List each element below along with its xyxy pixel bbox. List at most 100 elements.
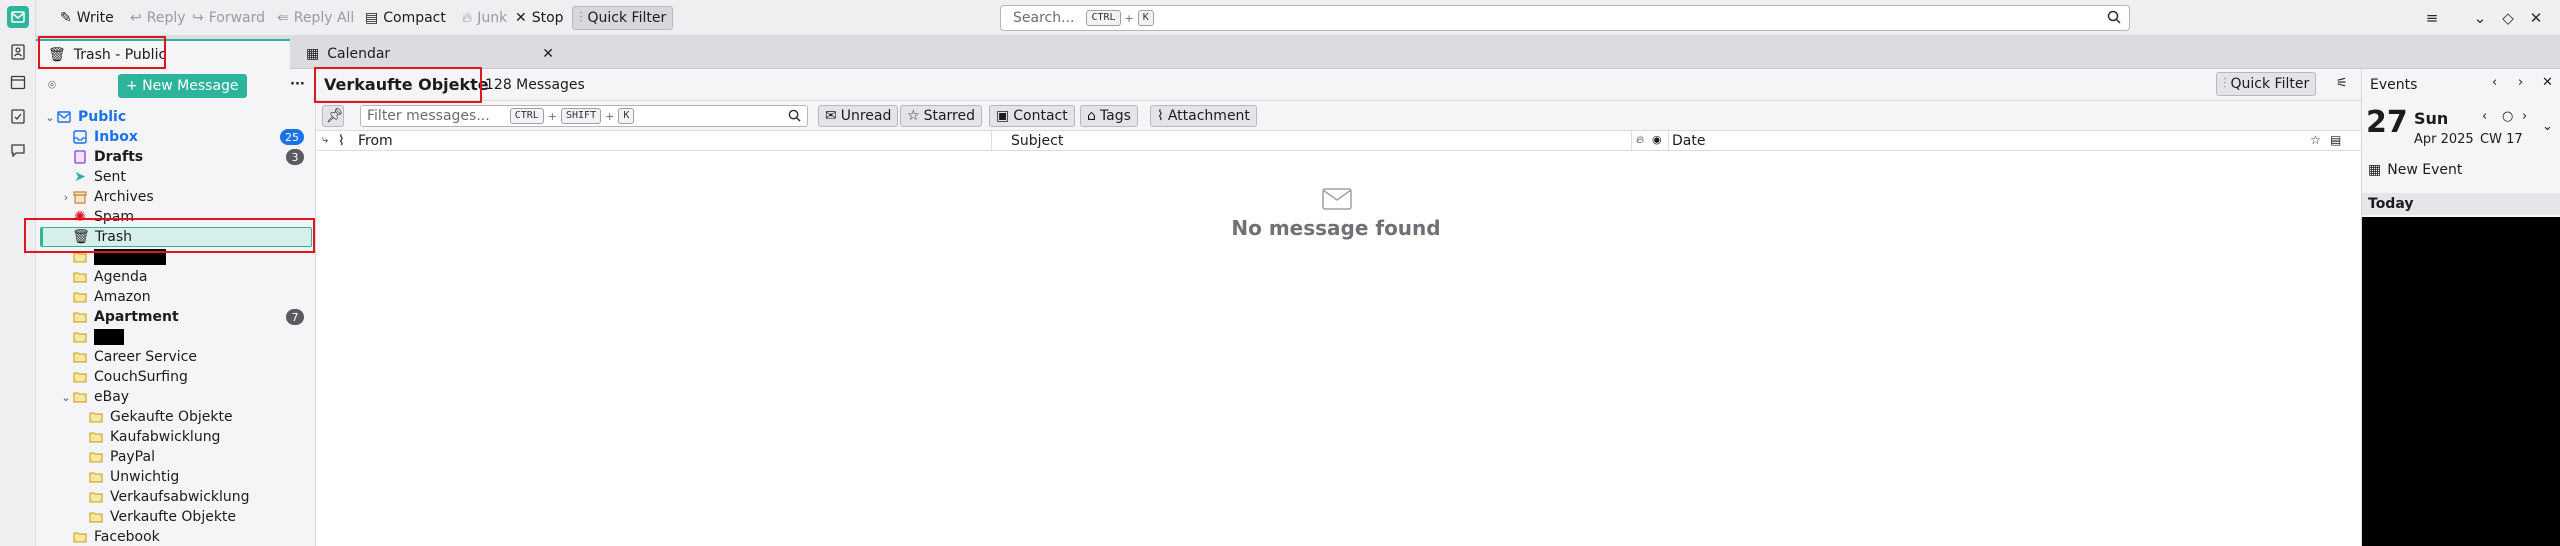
mail-space-icon[interactable] <box>7 6 29 28</box>
unread-count-badge: 3 <box>286 149 304 165</box>
column-divider[interactable] <box>991 131 992 151</box>
calendar-space-icon[interactable] <box>8 72 28 92</box>
column-divider[interactable] <box>1668 131 1669 151</box>
quick-filter-button[interactable]: ⫶ Quick Filter <box>2216 72 2317 96</box>
quick-filter-bar: 📌︎ Filter messages... CTRL + SHIFT + K ✉… <box>316 101 2361 131</box>
reply-all-button[interactable]: ⇚ Reply All <box>271 6 360 30</box>
close-pane-icon[interactable]: ✕ <box>2542 75 2553 90</box>
new-message-button[interactable]: + New Message <box>118 74 247 98</box>
sticky-filter-pin[interactable]: 📌︎ <box>322 105 344 127</box>
folder-trash[interactable]: 🗑︎ Trash <box>40 227 312 247</box>
chevron-down-icon[interactable]: ⌄ <box>60 391 72 404</box>
folder-ebay[interactable]: ⌄ eBay <box>60 387 315 407</box>
forward-button[interactable]: ↪ Forward <box>186 6 271 30</box>
folder-icon <box>72 309 88 325</box>
folder-icon <box>72 289 88 305</box>
folder-apartment[interactable]: Apartment 7 <box>60 307 315 327</box>
write-icon: ✎ <box>60 10 72 26</box>
account-settings-icon[interactable]: ⌾ <box>48 78 56 93</box>
stop-button[interactable]: ✕ Stop <box>509 6 570 30</box>
column-date[interactable]: Date <box>1672 133 1705 149</box>
message-list-header: ⤷ ⌇ From Subject 🔥︎ ◉ Date ☆ ▤ <box>316 131 2361 151</box>
junk-button[interactable]: 🔥︎ Junk <box>456 6 513 30</box>
today-circle-icon[interactable]: ○ <box>2502 109 2513 124</box>
chat-space-icon[interactable] <box>8 140 28 160</box>
global-search-input[interactable]: Search... CTRL + K <box>1000 5 2130 31</box>
tab-trash-public[interactable]: 🗑︎ Trash - Public <box>36 39 290 69</box>
folder-spam[interactable]: ✺ Spam <box>60 207 315 227</box>
filter-shortcut-key: K <box>618 108 635 124</box>
tasks-space-icon[interactable] <box>8 106 28 126</box>
filter-messages-input[interactable]: Filter messages... CTRL + SHIFT + K <box>360 105 808 127</box>
filter-starred-button[interactable]: ☆ Starred <box>900 105 982 127</box>
thread-pane: Verkaufte Objekte 128 Messages ⫶ Quick F… <box>316 69 2361 546</box>
folder-icon <box>72 529 88 545</box>
next-icon[interactable]: › <box>2522 109 2527 124</box>
folder-kaufabwicklung[interactable]: Kaufabwicklung <box>76 427 315 447</box>
folder-drafts[interactable]: Drafts 3 <box>60 147 315 167</box>
folder-gekaufte-objekte[interactable]: Gekaufte Objekte <box>76 407 315 427</box>
column-picker-icon[interactable]: ▤ <box>2330 133 2341 147</box>
thread-column-icon[interactable]: ⤷ <box>322 133 328 147</box>
star-column-icon[interactable]: ☆ <box>2310 133 2321 147</box>
unread-count-badge: 25 <box>280 129 304 145</box>
minimize-icon[interactable]: ⌄ <box>2470 8 2490 28</box>
folder-sent[interactable]: ➤ Sent <box>60 167 315 187</box>
folder-amazon[interactable]: Amazon <box>60 287 315 307</box>
compact-button[interactable]: ▤ Compact <box>359 6 452 30</box>
reply-button[interactable]: ↩ Reply <box>124 6 192 30</box>
drafts-icon <box>72 149 88 165</box>
folder-redacted[interactable] <box>60 327 315 347</box>
trash-icon: 🗑︎ <box>72 229 90 245</box>
compact-icon: ▤ <box>365 10 379 26</box>
prev-icon[interactable]: ‹ <box>2482 109 2487 124</box>
filter-tags-button[interactable]: ⌂ Tags <box>1080 105 1138 127</box>
contact-icon: ▣ <box>996 108 1010 124</box>
read-column-icon[interactable]: ◉ <box>1652 133 1662 146</box>
column-divider[interactable] <box>1631 131 1632 151</box>
folder-pane: ⌾ + New Message ··· ⌄ Public Inbox 25 Dr… <box>36 69 316 546</box>
folder-redacted[interactable] <box>60 247 315 267</box>
folder-verkaufsabwicklung[interactable]: Verkaufsabwicklung <box>76 487 315 507</box>
folder-unwichtig[interactable]: Unwichtig <box>76 467 315 487</box>
filter-attachment-button[interactable]: ⌇ Attachment <box>1150 105 1257 127</box>
folder-icon <box>72 369 88 385</box>
folder-agenda[interactable]: Agenda <box>60 267 315 287</box>
write-button[interactable]: ✎ Write <box>54 6 120 30</box>
account-public[interactable]: ⌄ Public <box>44 107 315 127</box>
today-header[interactable]: Today <box>2362 193 2560 215</box>
column-from[interactable]: From <box>358 133 393 149</box>
close-tab-icon[interactable]: ✕ <box>542 46 554 62</box>
quick-filter-toggle[interactable]: ⫶ Quick Filter <box>572 6 674 30</box>
filter-unread-button[interactable]: ✉ Unread <box>818 105 899 127</box>
chevron-down-icon[interactable]: ⌄ <box>2542 119 2553 134</box>
previous-day-icon[interactable]: ‹ <box>2492 75 2497 90</box>
spam-column-icon[interactable]: 🔥︎ <box>1636 133 1644 147</box>
stop-icon: ✕ <box>515 10 527 26</box>
display-options-icon[interactable]: ⚟ <box>2336 76 2348 91</box>
close-window-icon[interactable]: ✕ <box>2526 8 2546 28</box>
folder-couchsurfing[interactable]: CouchSurfing <box>60 367 315 387</box>
folder-inbox[interactable]: Inbox 25 <box>60 127 315 147</box>
forward-icon: ↪ <box>192 10 204 26</box>
filter-contact-button[interactable]: ▣ Contact <box>989 105 1075 127</box>
folder-verkaufte-objekte[interactable]: Verkaufte Objekte <box>76 507 315 527</box>
new-event-button[interactable]: ▦ New Event <box>2368 162 2462 178</box>
column-subject[interactable]: Subject <box>1011 133 1063 149</box>
app-menu-icon[interactable]: ≡ <box>2422 8 2442 28</box>
tab-calendar[interactable]: ▦ Calendar ✕ <box>294 39 564 69</box>
next-day-icon[interactable]: › <box>2518 75 2523 90</box>
chevron-right-icon[interactable]: › <box>60 191 72 204</box>
today-pane: Events ‹ › ✕ 27 Sun Apr 2025 CW 17 ‹ ○ ›… <box>2361 69 2560 546</box>
folder-paypal[interactable]: PayPal <box>76 447 315 467</box>
maximize-icon[interactable]: ◇ <box>2498 8 2518 28</box>
folder-facebook[interactable]: Facebook <box>60 527 315 546</box>
folder-pane-menu-icon[interactable]: ··· <box>290 77 305 92</box>
attachment-column-icon[interactable]: ⌇ <box>338 133 345 149</box>
address-book-icon[interactable] <box>8 42 28 62</box>
trash-icon: 🗑︎ <box>48 47 66 63</box>
folder-archives[interactable]: › Archives <box>60 187 315 207</box>
chevron-down-icon[interactable]: ⌄ <box>44 111 56 124</box>
thread-pane-header: Verkaufte Objekte 128 Messages ⫶ Quick F… <box>316 69 2361 101</box>
folder-career-service[interactable]: Career Service <box>60 347 315 367</box>
